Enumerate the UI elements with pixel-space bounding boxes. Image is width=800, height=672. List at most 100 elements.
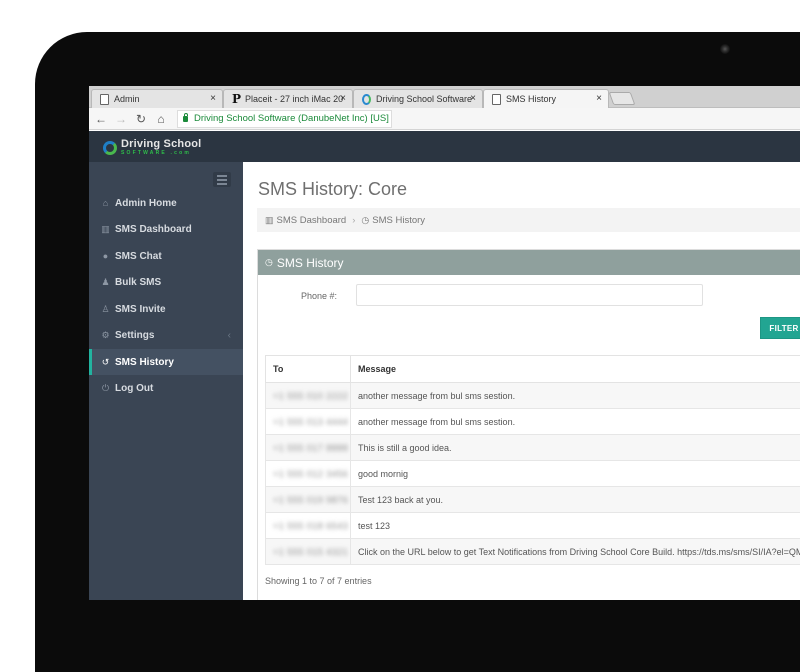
reload-icon[interactable]: ↻: [133, 112, 149, 126]
address-text: Driving School Software (DanubeNet Inc) …: [194, 113, 389, 124]
tab-label: SMS History: [506, 94, 556, 104]
table-row[interactable]: +1 555 018 6543test 123: [266, 513, 800, 539]
hamburger-line: [217, 179, 227, 181]
tab-label: Driving School Software: [376, 94, 472, 104]
tab-admin[interactable]: Admin ×: [91, 89, 223, 108]
cell-message: This is still a good idea.: [351, 435, 800, 461]
phone-label: Phone #:: [301, 291, 337, 301]
users-icon: ♟: [100, 277, 111, 288]
app-header: Driving School SOFTWARE .com: [89, 131, 800, 162]
cell-to: +1 555 019 9876: [266, 487, 351, 513]
cell-message: good mornig: [351, 461, 800, 487]
camera-icon: [720, 44, 730, 54]
sidebar-item-sms-dashboard[interactable]: ▥ SMS Dashboard: [89, 216, 243, 242]
power-icon: ⏻: [100, 383, 111, 394]
bar-chart-icon: ▥: [100, 224, 111, 235]
user-plus-icon: ♙: [100, 304, 111, 315]
tab-driving-school[interactable]: Driving School Software ×: [353, 89, 483, 108]
tab-label: Admin: [114, 94, 140, 104]
breadcrumb-link-sms-dashboard[interactable]: SMS Dashboard: [277, 215, 347, 226]
sms-history-panel: ◷ SMS History Phone #: FILTER To Message…: [257, 249, 800, 600]
redacted-phone-number: +1 555 013 4444: [273, 417, 348, 427]
table-row[interactable]: +1 555 017 8888This is still a good idea…: [266, 435, 800, 461]
close-icon[interactable]: ×: [470, 93, 476, 104]
filter-button[interactable]: FILTER: [760, 317, 800, 339]
hamburger-line: [217, 183, 227, 185]
cell-to: +1 555 013 4444: [266, 409, 351, 435]
sidebar: ⌂ Admin Home ▥ SMS Dashboard ● SMS Chat …: [89, 162, 243, 600]
redacted-phone-number: +1 555 010 2222: [273, 391, 348, 401]
sidebar-item-label: Admin Home: [115, 198, 177, 209]
cell-to: +1 555 015 4321: [266, 539, 351, 565]
redacted-phone-number: +1 555 012 3456: [273, 469, 348, 479]
sidebar-item-label: SMS Chat: [115, 251, 162, 262]
sidebar-item-label: SMS Dashboard: [115, 224, 192, 235]
driving-school-logo-icon: [362, 94, 371, 105]
column-header-message[interactable]: Message: [351, 356, 800, 383]
sidebar-item-log-out[interactable]: ⏻ Log Out: [89, 375, 243, 401]
cell-to: +1 555 018 6543: [266, 513, 351, 539]
menu-toggle-button[interactable]: [213, 172, 231, 187]
sidebar-item-bulk-sms[interactable]: ♟ Bulk SMS: [89, 269, 243, 295]
tab-placeit[interactable]: P Placeit - 27 inch iMac 20 ×: [223, 89, 353, 108]
chat-icon: ●: [100, 251, 111, 261]
logo-title: Driving School: [121, 139, 201, 150]
sidebar-item-label: Log Out: [115, 383, 153, 394]
sidebar-item-label: SMS History: [115, 357, 174, 368]
lock-icon: [183, 116, 188, 122]
cell-to: +1 555 012 3456: [266, 461, 351, 487]
bar-chart-icon: ▥: [265, 215, 274, 226]
cell-message: another message from bul sms sestion.: [351, 383, 800, 409]
close-icon[interactable]: ×: [596, 93, 602, 104]
page-icon: [492, 94, 501, 105]
column-header-to[interactable]: To: [266, 356, 351, 383]
sidebar-item-admin-home[interactable]: ⌂ Admin Home: [89, 190, 243, 216]
redacted-phone-number: +1 555 015 4321: [273, 547, 348, 557]
sidebar-item-sms-history[interactable]: ↺ SMS History: [89, 349, 243, 375]
address-bar[interactable]: Driving School Software (DanubeNet Inc) …: [177, 110, 392, 128]
history-icon: ↺: [100, 357, 111, 368]
cell-to: +1 555 017 8888: [266, 435, 351, 461]
table-row[interactable]: +1 555 013 4444another message from bul …: [266, 409, 800, 435]
sidebar-item-label: SMS Invite: [115, 304, 166, 315]
clock-icon: ◷: [265, 257, 273, 268]
gear-icon: ⚙: [100, 330, 111, 341]
logo-mark-icon: [103, 141, 117, 155]
back-arrow-icon[interactable]: ←: [93, 112, 109, 126]
breadcrumb-separator: ›: [352, 215, 355, 226]
table-row[interactable]: +1 555 015 4321Click on the URL below to…: [266, 539, 800, 565]
close-icon[interactable]: ×: [340, 93, 346, 104]
page-title: SMS History: Core: [258, 179, 407, 200]
panel-title: SMS History: [277, 256, 344, 270]
sidebar-item-settings[interactable]: ⚙ Settings ‹: [89, 322, 243, 348]
home-icon: ⌂: [100, 198, 111, 208]
placeit-logo-icon: P: [232, 92, 241, 106]
cell-message: another message from bul sms sestion.: [351, 409, 800, 435]
panel-header: ◷ SMS History: [258, 250, 800, 275]
browser-toolbar: ← → ↻ ⌂ Driving School Software (DanubeN…: [89, 108, 800, 130]
table-header-row: To Message: [266, 356, 800, 383]
cell-message: Test 123 back at you.: [351, 487, 800, 513]
cell-message: Click on the URL below to get Text Notif…: [351, 539, 800, 565]
clock-icon: ◷: [361, 215, 369, 226]
sidebar-item-sms-chat[interactable]: ● SMS Chat: [89, 243, 243, 269]
entries-info: Showing 1 to 7 of 7 entries: [265, 576, 372, 586]
tab-label: Placeit - 27 inch iMac 20: [245, 94, 343, 104]
sidebar-item-label: Settings: [115, 330, 154, 341]
sidebar-item-sms-invite[interactable]: ♙ SMS Invite: [89, 296, 243, 322]
breadcrumb: ▥ SMS Dashboard › ◷ SMS History: [257, 208, 800, 232]
new-tab-button[interactable]: [609, 92, 636, 105]
forward-arrow-icon[interactable]: →: [113, 112, 129, 126]
table-row[interactable]: +1 555 012 3456good mornig: [266, 461, 800, 487]
redacted-phone-number: +1 555 019 9876: [273, 495, 348, 505]
table-row[interactable]: +1 555 019 9876Test 123 back at you.: [266, 487, 800, 513]
app-logo[interactable]: Driving School SOFTWARE .com: [103, 139, 201, 156]
close-icon[interactable]: ×: [210, 93, 216, 104]
tab-sms-history[interactable]: SMS History ×: [483, 89, 609, 108]
home-icon[interactable]: ⌂: [153, 112, 169, 126]
phone-input[interactable]: [356, 284, 703, 306]
table-row[interactable]: +1 555 010 2222another message from bul …: [266, 383, 800, 409]
page-icon: [100, 94, 109, 105]
logo-subtitle: SOFTWARE .com: [121, 150, 201, 156]
redacted-phone-number: +1 555 018 6543: [273, 521, 348, 531]
